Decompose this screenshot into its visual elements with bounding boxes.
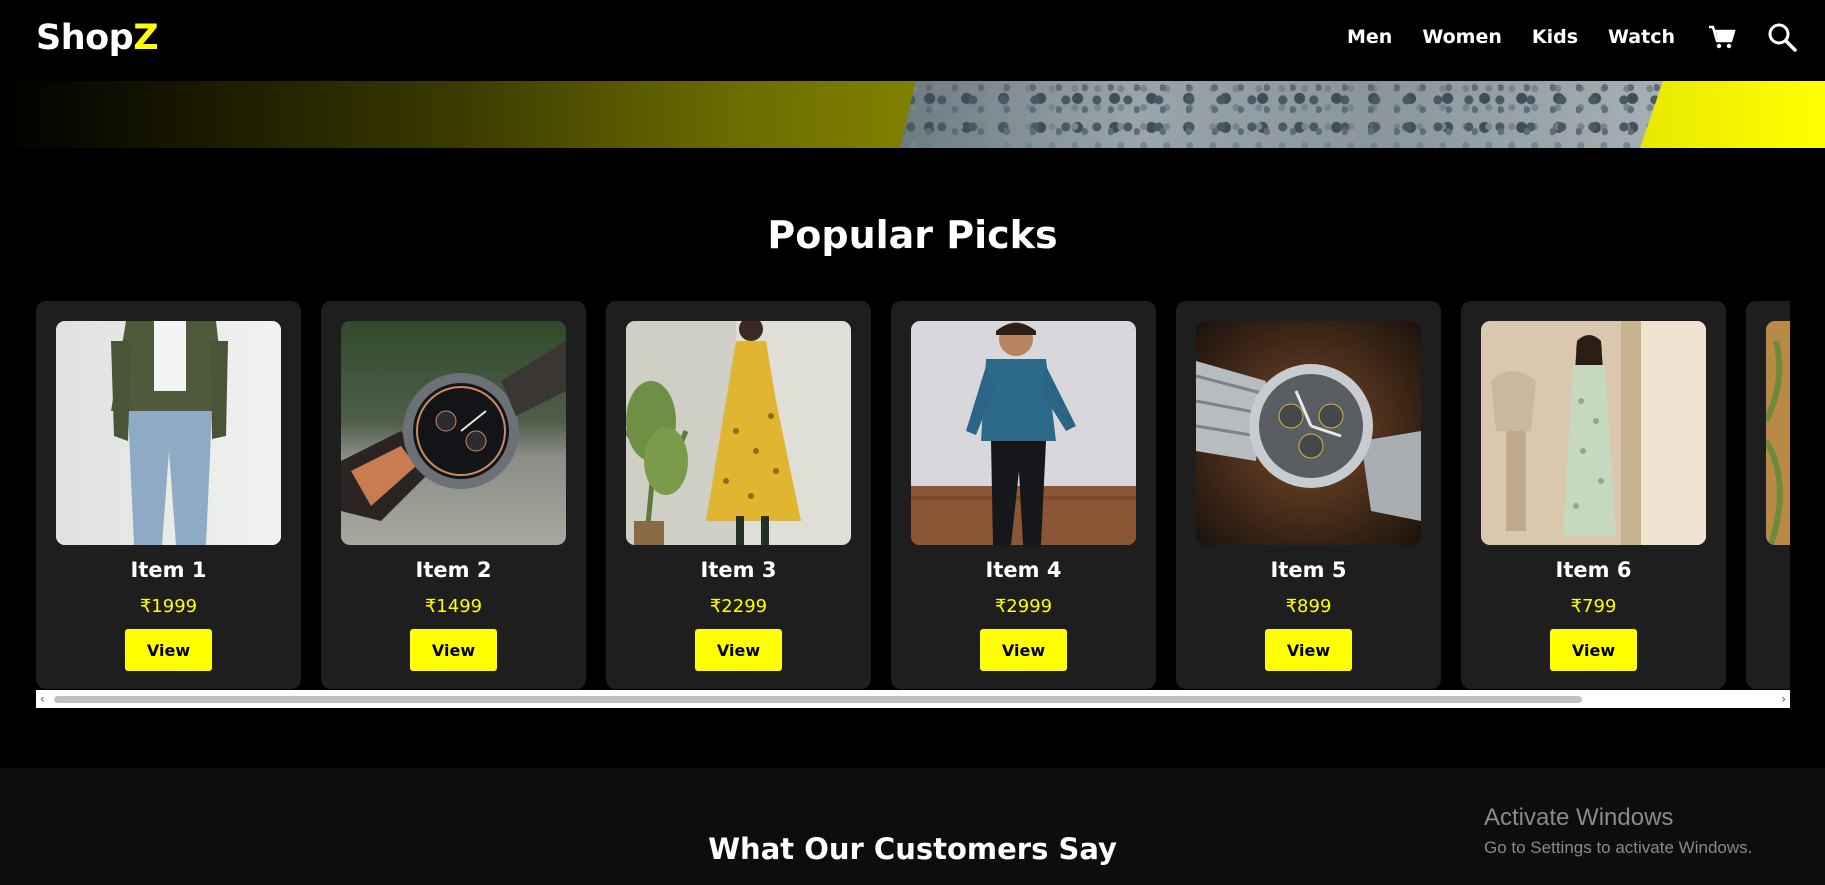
hero-banner [0, 81, 1825, 148]
product-name: Item 2 [415, 558, 492, 582]
product-name: Item 6 [1555, 558, 1632, 582]
view-button[interactable]: View [695, 629, 782, 671]
product-name: Item 5 [1270, 558, 1347, 582]
view-button[interactable]: View [980, 629, 1067, 671]
view-button[interactable]: View [410, 629, 497, 671]
view-button[interactable]: View [1550, 629, 1637, 671]
main-nav: Men Women Kids Watch [1347, 0, 1825, 73]
activate-windows-title: Activate Windows [1484, 804, 1674, 831]
cart-icon[interactable] [1705, 20, 1739, 54]
product-card[interactable]: Item 1 ₹1999 View [36, 301, 301, 689]
product-image-kid-denim[interactable] [911, 321, 1136, 545]
product-name: Item 4 [985, 558, 1062, 582]
search-icon[interactable] [1765, 20, 1799, 54]
banner-yellow-strip [1640, 81, 1825, 148]
scroll-right-icon[interactable]: › [1781, 692, 1786, 706]
nav-link-kids[interactable]: Kids [1532, 26, 1578, 48]
scrollbar-thumb[interactable] [54, 696, 1582, 703]
product-card[interactable]: Item 6 ₹799 View [1461, 301, 1726, 689]
product-price: ₹899 [1285, 596, 1332, 617]
product-price: ₹1499 [424, 596, 483, 617]
banner-stone-image [900, 81, 1690, 148]
logo-accent: Z [133, 18, 159, 58]
popular-picks-carousel[interactable]: Item 1 ₹1999 View Item 2 ₹1499 View Item… [36, 301, 1790, 689]
logo-main: Shop [36, 18, 134, 58]
shopz-logo[interactable]: ShopZ [36, 18, 159, 58]
scroll-left-icon[interactable]: ‹ [40, 692, 45, 706]
popular-picks-title: Popular Picks [767, 213, 1058, 257]
view-button[interactable]: View [125, 629, 212, 671]
product-card[interactable]: Item 5 ₹899 View [1176, 301, 1441, 689]
product-price: ₹1999 [139, 596, 198, 617]
activate-windows-watermark: Activate Windows Go to Settings to activ… [1484, 804, 1752, 858]
product-name: Item 3 [700, 558, 777, 582]
product-image-man-jacket[interactable] [56, 321, 281, 545]
activate-windows-subtitle: Go to Settings to activate Windows. [1484, 838, 1753, 857]
view-button[interactable]: View [1265, 629, 1352, 671]
site-header: ShopZ Men Women Kids Watch [0, 0, 1825, 81]
product-image-partial[interactable] [1766, 321, 1790, 545]
product-image-yellow-kurta[interactable] [626, 321, 851, 545]
product-card[interactable]: Item 2 ₹1499 View [321, 301, 586, 689]
nav-link-women[interactable]: Women [1422, 26, 1502, 48]
product-price: ₹2299 [709, 596, 768, 617]
product-name: Item 1 [130, 558, 207, 582]
product-price: ₹2999 [994, 596, 1053, 617]
product-card[interactable]: Item 3 ₹2299 View [606, 301, 871, 689]
product-image-steel-watch[interactable] [1196, 321, 1421, 545]
product-price: ₹799 [1570, 596, 1617, 617]
product-image-wristwatch[interactable] [341, 321, 566, 545]
product-card[interactable]: Item 4 ₹2999 View [891, 301, 1156, 689]
carousel-scrollbar[interactable]: ‹ › [36, 690, 1790, 708]
nav-link-men[interactable]: Men [1347, 26, 1392, 48]
product-image-woman-kurta[interactable] [1481, 321, 1706, 545]
product-card[interactable] [1746, 301, 1790, 689]
nav-link-watch[interactable]: Watch [1608, 26, 1675, 48]
